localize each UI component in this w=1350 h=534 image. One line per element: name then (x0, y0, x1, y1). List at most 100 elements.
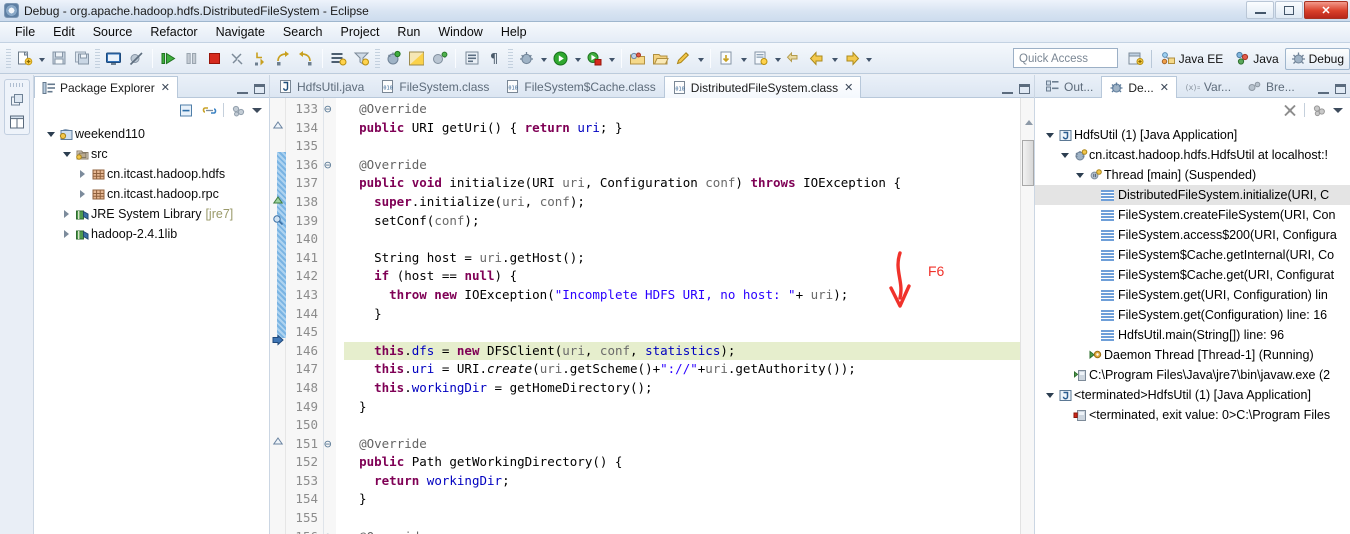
quick-access-input[interactable]: Quick Access (1013, 48, 1118, 68)
edit-pencil-icon[interactable] (672, 47, 695, 70)
menu-item-refactor[interactable]: Refactor (141, 23, 206, 41)
code-line[interactable]: } (344, 398, 1020, 417)
tab-package-explorer[interactable]: Package Explorer ✕ (34, 76, 178, 98)
view-menu-icon[interactable] (252, 107, 262, 113)
code-line[interactable]: super.initialize(uri, conf); (344, 193, 1020, 212)
disconnect-icon[interactable] (226, 47, 249, 70)
toolbar-grip[interactable] (375, 48, 380, 68)
editor-tab[interactable]: 010 FileSystem$Cache.class (497, 75, 663, 97)
annotation-dropdown-arrow[interactable] (772, 47, 783, 69)
source-code[interactable]: @Override public URI getUri() { return u… (336, 98, 1020, 534)
resume-icon[interactable] (157, 47, 180, 70)
stack-frame-row[interactable]: HdfsUtil.main(String[]) line: 96 (1035, 325, 1350, 345)
code-line[interactable]: } (344, 490, 1020, 509)
code-line[interactable]: } (344, 305, 1020, 324)
perspective-debug[interactable]: Debug (1284, 47, 1350, 70)
minimize-button[interactable] (1246, 1, 1274, 19)
package-explorer-fastview-icon[interactable] (8, 113, 26, 131)
menu-item-run[interactable]: Run (388, 23, 429, 41)
save-all-icon[interactable] (70, 47, 93, 70)
package-tree-item[interactable]: cn.itcast.hadoop.rpc (34, 184, 269, 204)
code-line[interactable]: @Override (344, 100, 1020, 119)
save-icon[interactable] (47, 47, 70, 70)
menu-item-window[interactable]: Window (429, 23, 491, 41)
chevron-down-icon[interactable] (1073, 172, 1086, 178)
chevron-right-icon[interactable] (76, 190, 89, 198)
current-execution-line[interactable]: this.dfs = new DFSClient(uri, conf, stat… (344, 341, 1020, 361)
new-java-package-icon[interactable] (626, 47, 649, 70)
debug-last-icon[interactable] (382, 47, 405, 70)
code-line[interactable]: throw new IOException("Incomplete HDFS U… (344, 286, 1020, 305)
code-line[interactable]: setConf(conf); (344, 212, 1020, 231)
chevron-down-icon[interactable] (1058, 152, 1071, 158)
menu-item-navigate[interactable]: Navigate (207, 23, 274, 41)
terminate-icon[interactable] (203, 47, 226, 70)
step-return-icon[interactable] (295, 47, 318, 70)
suspend-icon[interactable] (180, 47, 203, 70)
close-icon[interactable]: ✕ (844, 81, 853, 94)
run-dropdown-arrow[interactable] (572, 47, 583, 69)
menu-item-file[interactable]: File (6, 23, 44, 41)
external-tools-run-icon[interactable] (583, 47, 606, 70)
minimize-view-icon[interactable] (237, 85, 248, 94)
minimize-editor-icon[interactable] (1002, 85, 1013, 94)
close-icon[interactable]: ✕ (1160, 81, 1169, 94)
close-button[interactable]: ✕ (1304, 1, 1348, 19)
package-tree-item[interactable]: cn.itcast.hadoop.hdfs (34, 164, 269, 184)
collapse-all-icon[interactable] (177, 101, 195, 119)
editor-gutter[interactable] (270, 98, 286, 534)
run-icon[interactable] (549, 47, 572, 70)
code-line[interactable] (344, 509, 1020, 528)
debug-view-tab[interactable]: De... ✕ (1101, 76, 1177, 98)
code-line[interactable] (344, 137, 1020, 156)
perspective-java-ee[interactable]: Java EE (1155, 48, 1230, 70)
menu-item-source[interactable]: Source (84, 23, 142, 41)
chevron-right-icon[interactable] (76, 170, 89, 178)
debug-view-tab[interactable]: (x)= Var... (1177, 75, 1239, 97)
download-source-icon[interactable] (715, 47, 738, 70)
code-line[interactable]: this.uri = URI.create(uri.getScheme()+":… (344, 360, 1020, 379)
fold-collapse-icon[interactable]: ⊖ (324, 528, 336, 534)
code-line[interactable]: @Override (344, 528, 1020, 534)
package-tree-item[interactable]: weekend110 (34, 124, 269, 144)
perspective-java[interactable]: Java (1229, 48, 1284, 70)
debug-tree-item[interactable]: <terminated, exit value: 0>C:\Program Fi… (1035, 405, 1350, 425)
debug-dropdown-icon[interactable] (515, 47, 538, 70)
back-arrow-icon[interactable] (806, 47, 829, 70)
edit-dropdown-arrow[interactable] (695, 47, 706, 69)
disconnect-icon[interactable] (1281, 101, 1299, 119)
toolbar-grip[interactable] (95, 48, 100, 68)
minimize-debug-view-icon[interactable] (1318, 85, 1329, 94)
open-perspective-icon[interactable] (1124, 48, 1148, 70)
chevron-down-icon[interactable] (1043, 132, 1056, 138)
scrollbar-thumb[interactable] (1022, 140, 1034, 186)
debug-tree-item[interactable]: HdfsUtil (1) [Java Application] (1035, 125, 1350, 145)
menu-item-project[interactable]: Project (332, 23, 389, 41)
open-type-icon[interactable] (460, 47, 483, 70)
code-line[interactable] (344, 416, 1020, 435)
code-line[interactable]: public void initialize(URI uri, Configur… (344, 174, 1020, 193)
code-line[interactable]: return workingDir; (344, 472, 1020, 491)
open-folder-icon[interactable] (649, 47, 672, 70)
stack-frame-row[interactable]: FileSystem$Cache.getInternal(URI, Co (1035, 245, 1350, 265)
back-dropdown-arrow[interactable] (829, 47, 840, 69)
debug-tree-item[interactable]: Thread [main] (Suspended) (1035, 165, 1350, 185)
chevron-down-icon[interactable] (1043, 392, 1056, 398)
stack-frame-row[interactable]: FileSystem.createFileSystem(URI, Con (1035, 205, 1350, 225)
chevron-right-icon[interactable] (60, 210, 73, 218)
editor-vertical-scrollbar[interactable] (1020, 98, 1034, 534)
debug-tree-item[interactable]: C:\Program Files\Java\jre7\bin\javaw.exe… (1035, 365, 1350, 385)
fold-collapse-icon[interactable]: ⊖ (324, 435, 336, 454)
code-line[interactable] (344, 230, 1020, 249)
code-line[interactable]: public Path getWorkingDirectory() { (344, 453, 1020, 472)
step-over-icon[interactable] (272, 47, 295, 70)
menu-item-help[interactable]: Help (492, 23, 536, 41)
debug-tree-item[interactable]: Daemon Thread [Thread-1] (Running) (1035, 345, 1350, 365)
maximize-view-icon[interactable] (254, 84, 265, 94)
debug-tree-item[interactable]: <terminated>HdfsUtil (1) [Java Applicati… (1035, 385, 1350, 405)
editor-tab[interactable]: HdfsUtil.java (270, 75, 372, 97)
fold-collapse-icon[interactable]: ⊖ (324, 156, 336, 175)
stack-frame-row[interactable]: FileSystem$Cache.get(URI, Configurat (1035, 265, 1350, 285)
fast-view-grip[interactable] (9, 83, 24, 87)
code-line[interactable]: this.workingDir = getHomeDirectory(); (344, 379, 1020, 398)
